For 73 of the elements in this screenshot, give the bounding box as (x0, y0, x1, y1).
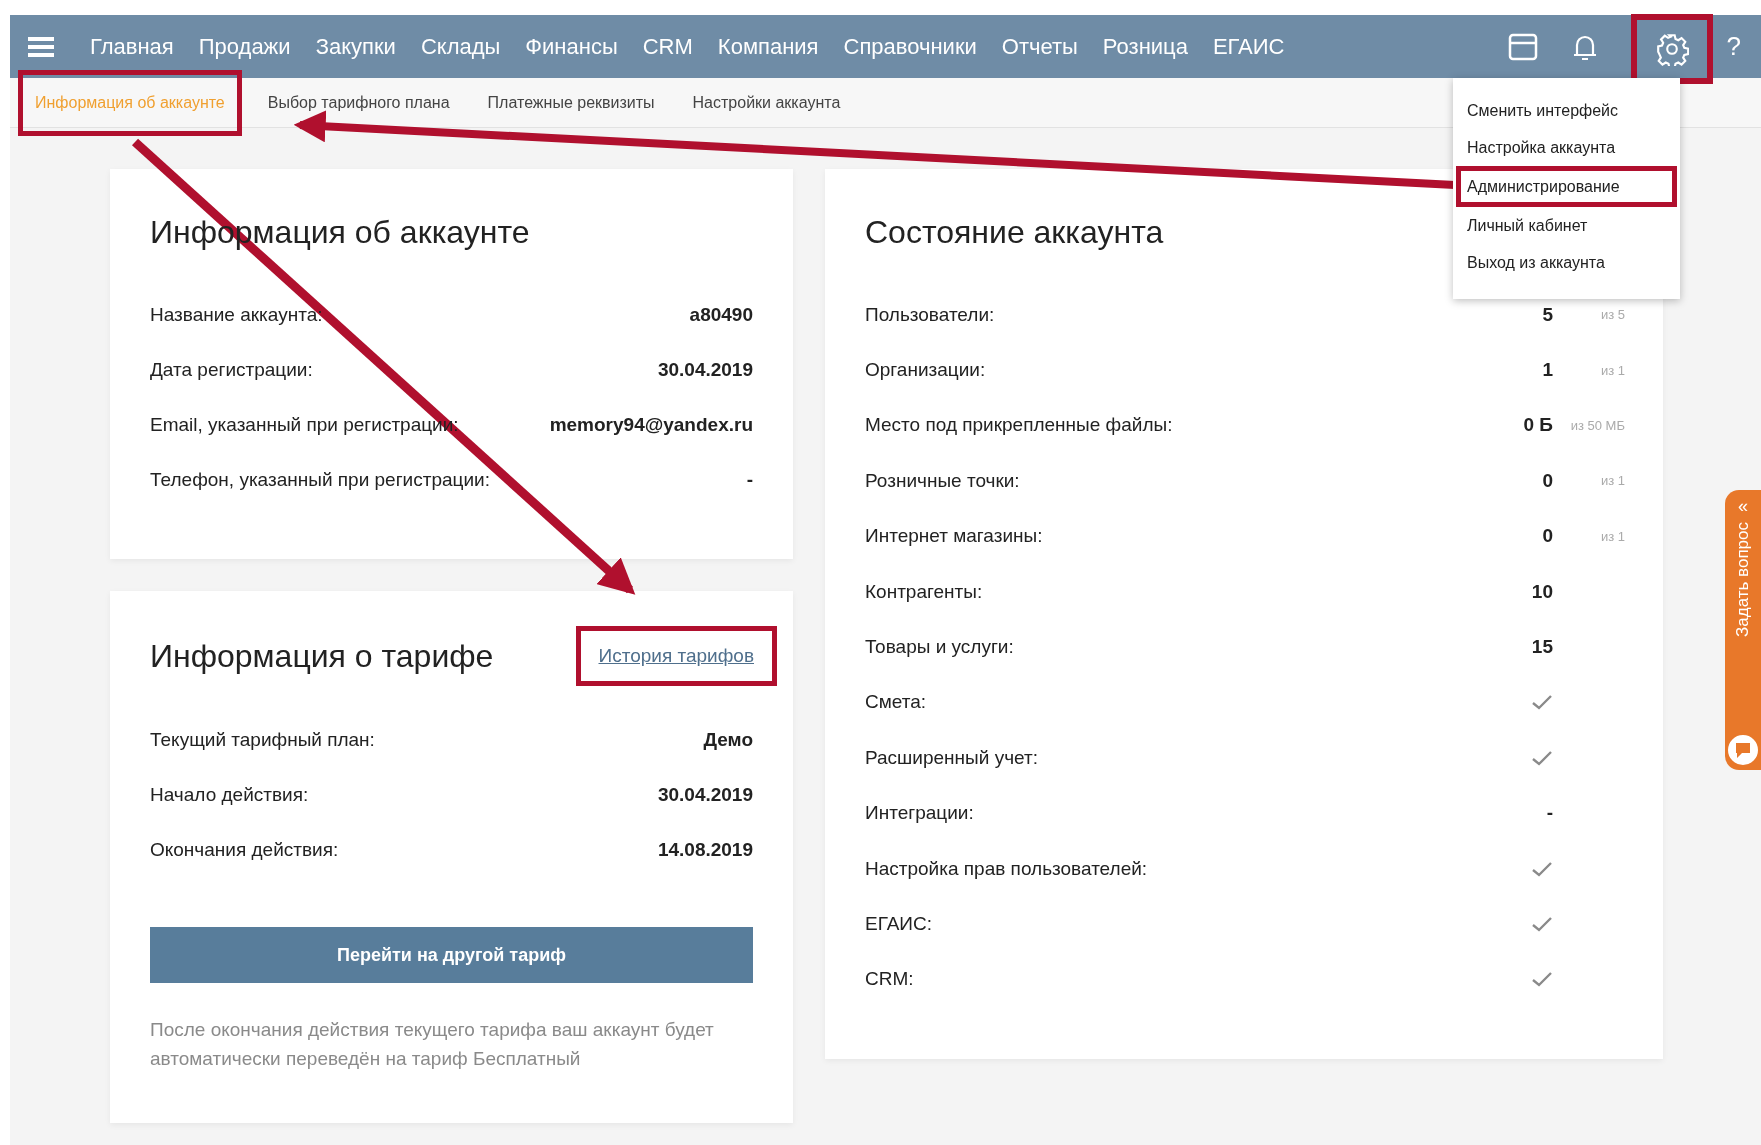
field-label: Расширенный учет: (865, 746, 1039, 769)
nav-item[interactable]: CRM (642, 33, 693, 60)
field-value: - (1546, 802, 1553, 825)
nav-item[interactable]: Закупки (315, 33, 396, 60)
sub-tab[interactable]: Выбор тарифного плана (255, 78, 462, 127)
field-label: Дата регистрации: (150, 358, 313, 382)
field-value: Демо (703, 728, 753, 752)
field-value: 0 (1542, 525, 1553, 548)
nav-item[interactable]: Компания (717, 33, 819, 60)
limit-text: из 5 (1600, 307, 1625, 323)
sub-tab[interactable]: Платежные реквизиты (475, 78, 667, 127)
nav-item[interactable]: Склады (420, 33, 501, 60)
sub-tab[interactable]: Информация об аккаунте (18, 69, 242, 136)
field-label: Начало действия: (150, 783, 309, 807)
field-label: CRM: (865, 968, 915, 991)
nav-item[interactable]: ЕГАИС (1212, 33, 1285, 60)
field-value: 14.08.2019 (657, 838, 753, 862)
field-label: Текущий тарифный план: (150, 728, 375, 752)
field-label: Розничные точки: (865, 469, 1021, 492)
field-value: - (746, 468, 753, 492)
limit-text: из 1 (1600, 473, 1625, 489)
ask-question-tab[interactable]: « Задать вопрос (1725, 490, 1761, 770)
checkmark-icon (1531, 749, 1553, 766)
field-label: Интеграции: (865, 802, 975, 825)
field-label: Смета: (865, 691, 928, 714)
limit-text: из 1 (1600, 528, 1625, 544)
field-label: Телефон, указанный при регистрации: (150, 468, 490, 492)
nav-item[interactable]: Отчеты (1001, 33, 1078, 60)
checkmark-icon (1531, 860, 1553, 877)
menu-item[interactable]: Администрирование (1456, 166, 1677, 207)
menu-item[interactable]: Сменить интерфейс (1453, 92, 1680, 129)
checkmark-icon (1531, 971, 1553, 988)
limit-text: из 1 (1600, 362, 1625, 378)
field-label: Окончания действия: (150, 838, 339, 862)
field-value: 10 (1531, 580, 1553, 603)
menu-item[interactable]: Выход из аккаунта (1453, 244, 1680, 281)
field-value: memory94@yandex.ru (549, 413, 753, 437)
nav-item[interactable]: Продажи (198, 33, 291, 60)
sub-tab[interactable]: Настройки аккаунта (680, 78, 853, 127)
field-value: 0 (1542, 469, 1553, 492)
field-value: 15 (1531, 636, 1553, 659)
checkmark-icon (1531, 694, 1553, 711)
field-label: Название аккаунта: (150, 303, 323, 327)
field-label: Контрагенты: (865, 580, 984, 603)
tariff-history-link[interactable]: История тарифов (575, 626, 777, 686)
menu-item[interactable]: Личный кабинет (1453, 207, 1680, 244)
field-label: Место под прикрепленные файлы: (865, 414, 1174, 437)
menu-item[interactable]: Настройка аккаунта (1453, 129, 1680, 166)
nav-item[interactable]: Справочники (843, 33, 977, 60)
field-value: 1 (1542, 359, 1553, 382)
field-value: 5 (1542, 303, 1553, 326)
help-button[interactable]: ? (1726, 31, 1741, 62)
field-value: a80490 (689, 303, 753, 327)
nav-item[interactable]: Финансы (525, 33, 618, 60)
field-value: 0 Б (1523, 414, 1553, 437)
field-label: Интернет магазины: (865, 525, 1044, 548)
menu-icon[interactable] (28, 35, 54, 58)
field-label: Товары и услуги: (865, 636, 1015, 659)
field-value: 30.04.2019 (657, 783, 753, 807)
change-tariff-button[interactable]: Перейти на другой тариф (150, 927, 753, 983)
nav-item[interactable]: Розница (1102, 33, 1188, 60)
field-label: Настройка прав пользователей: (865, 857, 1149, 880)
field-value: 30.04.2019 (657, 358, 753, 382)
field-label: ЕГАИС: (865, 913, 934, 935)
limit-text: из 50 МБ (1570, 417, 1625, 433)
card-title: Состояние аккаунта (865, 213, 1164, 252)
field-label: Организации: (865, 359, 987, 382)
tariff-note: После окончания действия текущего тарифа ваш аккаунт будет автоматически переведён на тариф Бесплатный (150, 1018, 715, 1071)
nav-item[interactable]: Главная (90, 33, 174, 60)
card-title: Информация о тарифе (150, 637, 494, 676)
field-label: Пользователи: (865, 303, 996, 326)
settings-icon (1654, 31, 1689, 66)
checkmark-icon (1531, 916, 1553, 932)
